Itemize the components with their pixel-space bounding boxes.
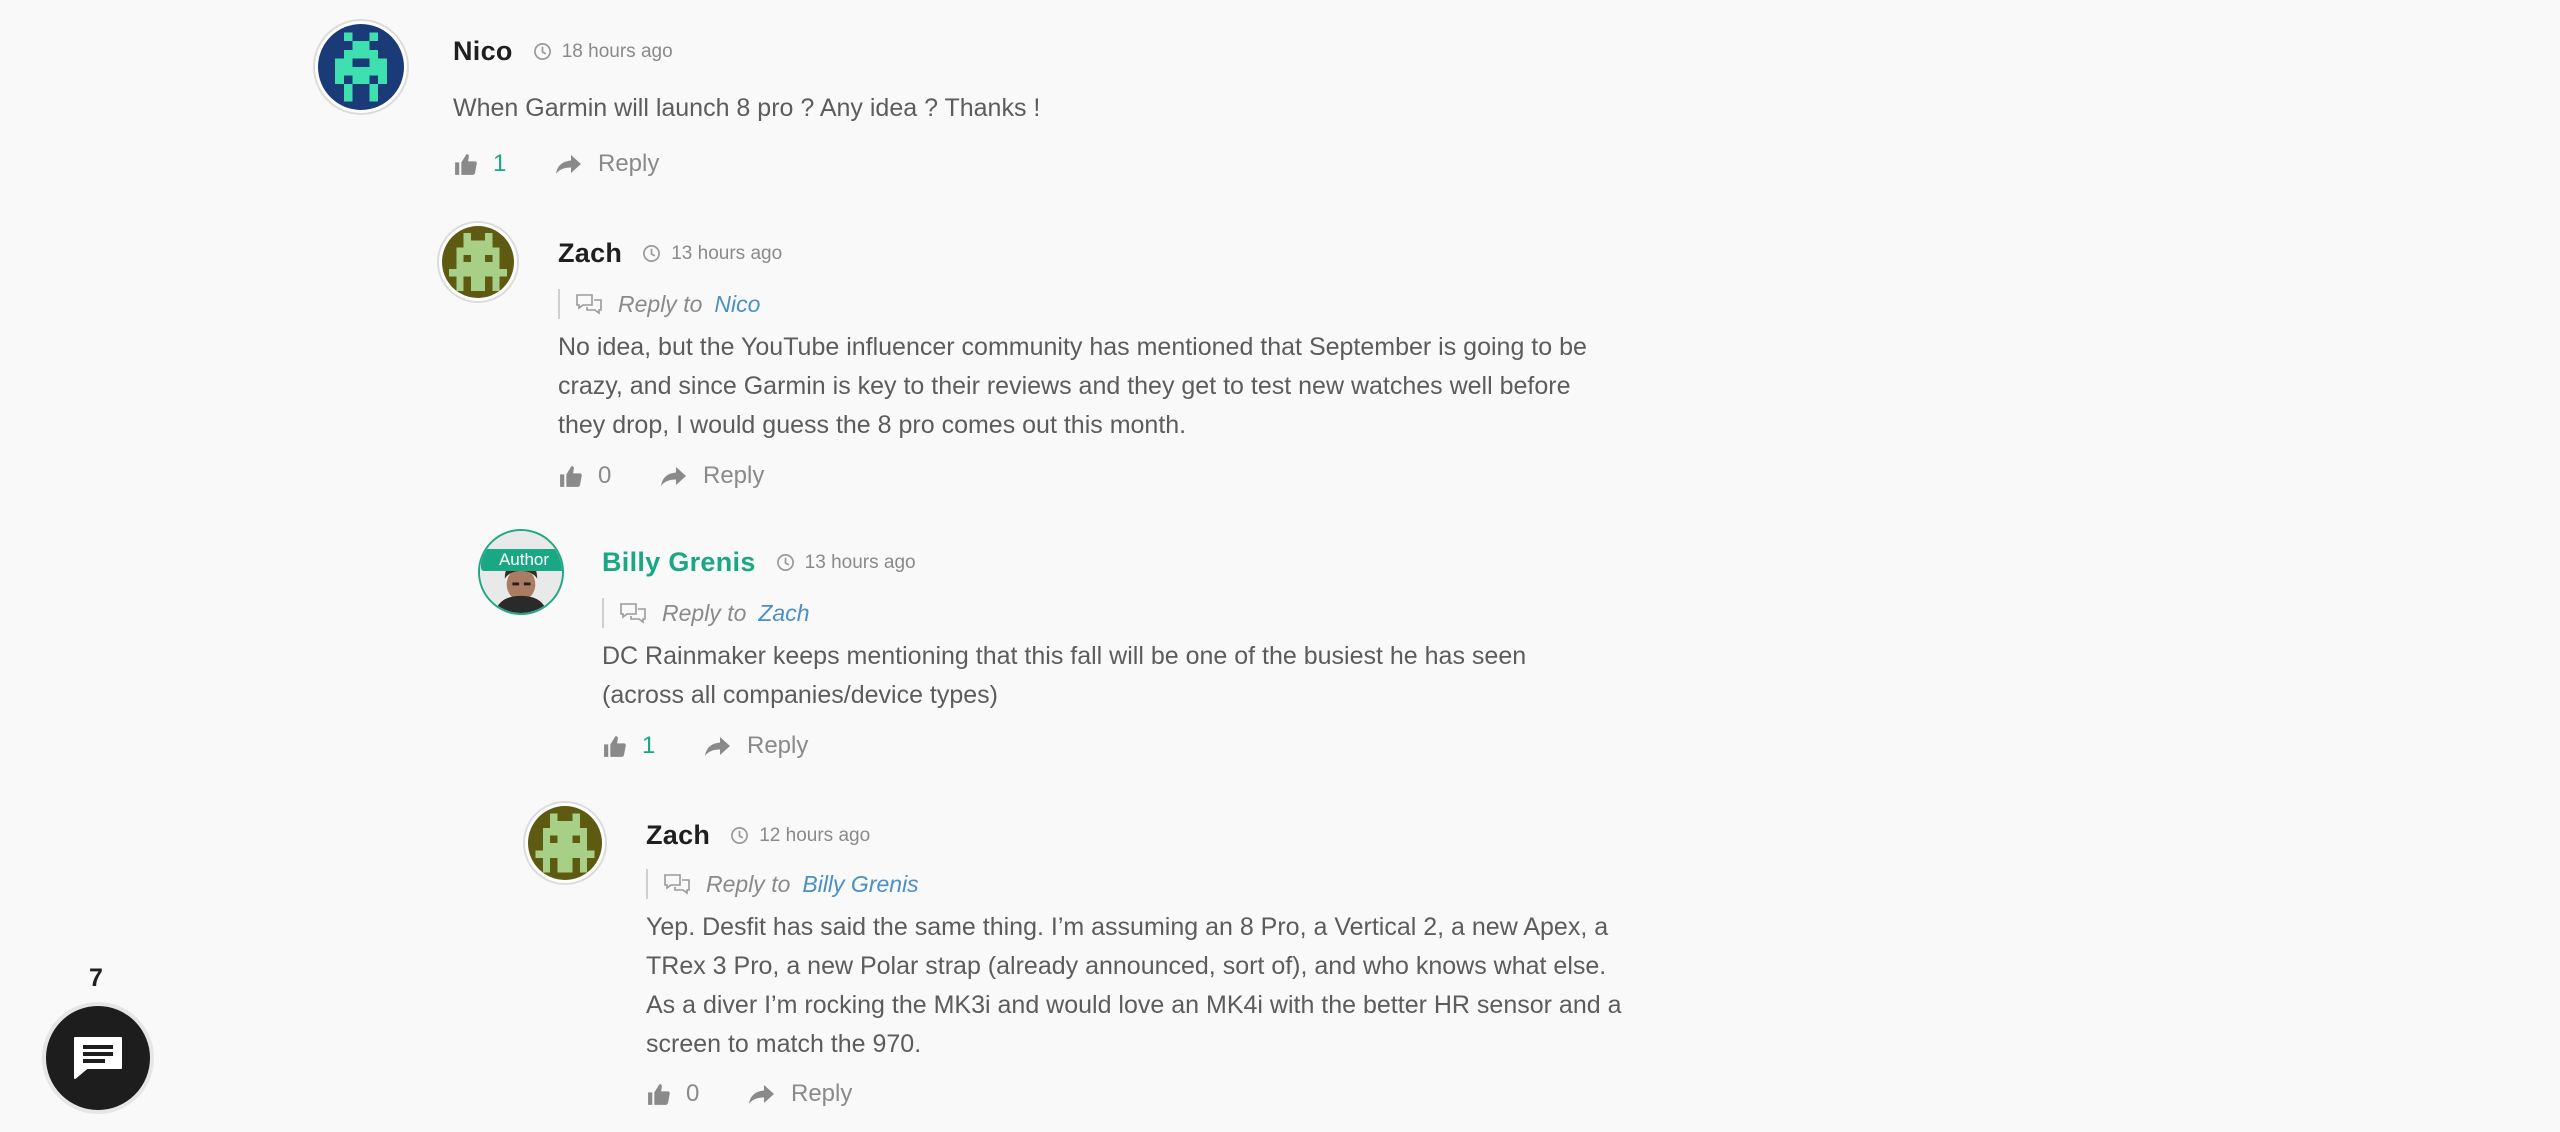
comment-text: No idea, but the YouTube influencer comm… bbox=[558, 333, 1587, 439]
reply-to-label: Reply to bbox=[706, 870, 791, 897]
comment-author-name[interactable]: Zach bbox=[558, 238, 622, 269]
author-photo bbox=[480, 531, 562, 613]
pixel-avatar-icon bbox=[528, 806, 602, 880]
comment-author-name[interactable]: Nico bbox=[453, 36, 513, 67]
comment-timestamp[interactable]: 12 hours ago bbox=[759, 825, 870, 847]
comment-text: Yep. Desfit has said the same thing. I’m… bbox=[646, 913, 1622, 1058]
reply-to-indicator: Reply to Billy Grenis bbox=[646, 869, 919, 899]
clock-icon bbox=[776, 554, 794, 571]
comments-count-badge: 7 bbox=[89, 964, 103, 992]
like-count: 1 bbox=[642, 732, 656, 759]
comment-author-name[interactable]: Billy Grenis bbox=[602, 547, 756, 578]
reply-arrow-icon[interactable] bbox=[660, 465, 688, 487]
comments-icon bbox=[664, 874, 690, 895]
clock-icon bbox=[731, 827, 749, 844]
comments-icon bbox=[74, 1037, 122, 1079]
thumbs-up-icon[interactable] bbox=[602, 734, 627, 759]
reply-to-indicator: Reply to Nico bbox=[558, 289, 760, 319]
reply-to-label: Reply to bbox=[662, 599, 747, 626]
like-count: 0 bbox=[686, 1080, 700, 1107]
avatar[interactable] bbox=[523, 801, 607, 885]
comments-toggle-button[interactable] bbox=[42, 1002, 154, 1114]
clock-icon bbox=[533, 43, 551, 60]
reply-arrow-icon[interactable] bbox=[555, 153, 583, 175]
comment-author-name[interactable]: Zach bbox=[646, 820, 710, 851]
reply-button[interactable]: Reply bbox=[747, 732, 808, 760]
avatar[interactable]: Author bbox=[478, 529, 564, 615]
thumbs-up-icon[interactable] bbox=[453, 152, 478, 177]
reply-arrow-icon[interactable] bbox=[704, 735, 732, 757]
comment-timestamp[interactable]: 18 hours ago bbox=[562, 41, 673, 63]
reply-button[interactable]: Reply bbox=[703, 462, 764, 490]
comment-timestamp[interactable]: 13 hours ago bbox=[671, 243, 782, 265]
reply-to-user-link[interactable]: Zach bbox=[758, 600, 809, 627]
comment-text: DC Rainmaker keeps mentioning that this … bbox=[602, 642, 1527, 709]
author-badge: Author bbox=[481, 549, 562, 571]
thumbs-up-icon[interactable] bbox=[558, 464, 583, 489]
reply-to-user-link[interactable]: Nico bbox=[714, 291, 760, 318]
reply-to-indicator: Reply to Zach bbox=[602, 598, 810, 628]
reply-to-label: Reply to bbox=[618, 290, 703, 317]
clock-icon bbox=[643, 245, 661, 262]
pixel-avatar-icon bbox=[318, 24, 404, 110]
avatar[interactable] bbox=[313, 19, 409, 115]
comment-timestamp[interactable]: 13 hours ago bbox=[805, 552, 916, 574]
pixel-avatar-icon bbox=[442, 226, 514, 298]
comments-icon bbox=[576, 294, 602, 315]
reply-button[interactable]: Reply bbox=[598, 150, 659, 178]
reply-to-user-link[interactable]: Billy Grenis bbox=[802, 871, 918, 898]
comment-text: When Garmin will launch 8 pro ? Any idea… bbox=[453, 94, 1041, 122]
reply-arrow-icon[interactable] bbox=[748, 1083, 776, 1105]
like-count: 0 bbox=[598, 462, 612, 489]
like-count: 1 bbox=[493, 150, 507, 177]
reply-button[interactable]: Reply bbox=[791, 1080, 852, 1108]
thumbs-up-icon[interactable] bbox=[646, 1082, 671, 1107]
comments-icon bbox=[620, 603, 646, 624]
avatar[interactable] bbox=[437, 221, 519, 303]
